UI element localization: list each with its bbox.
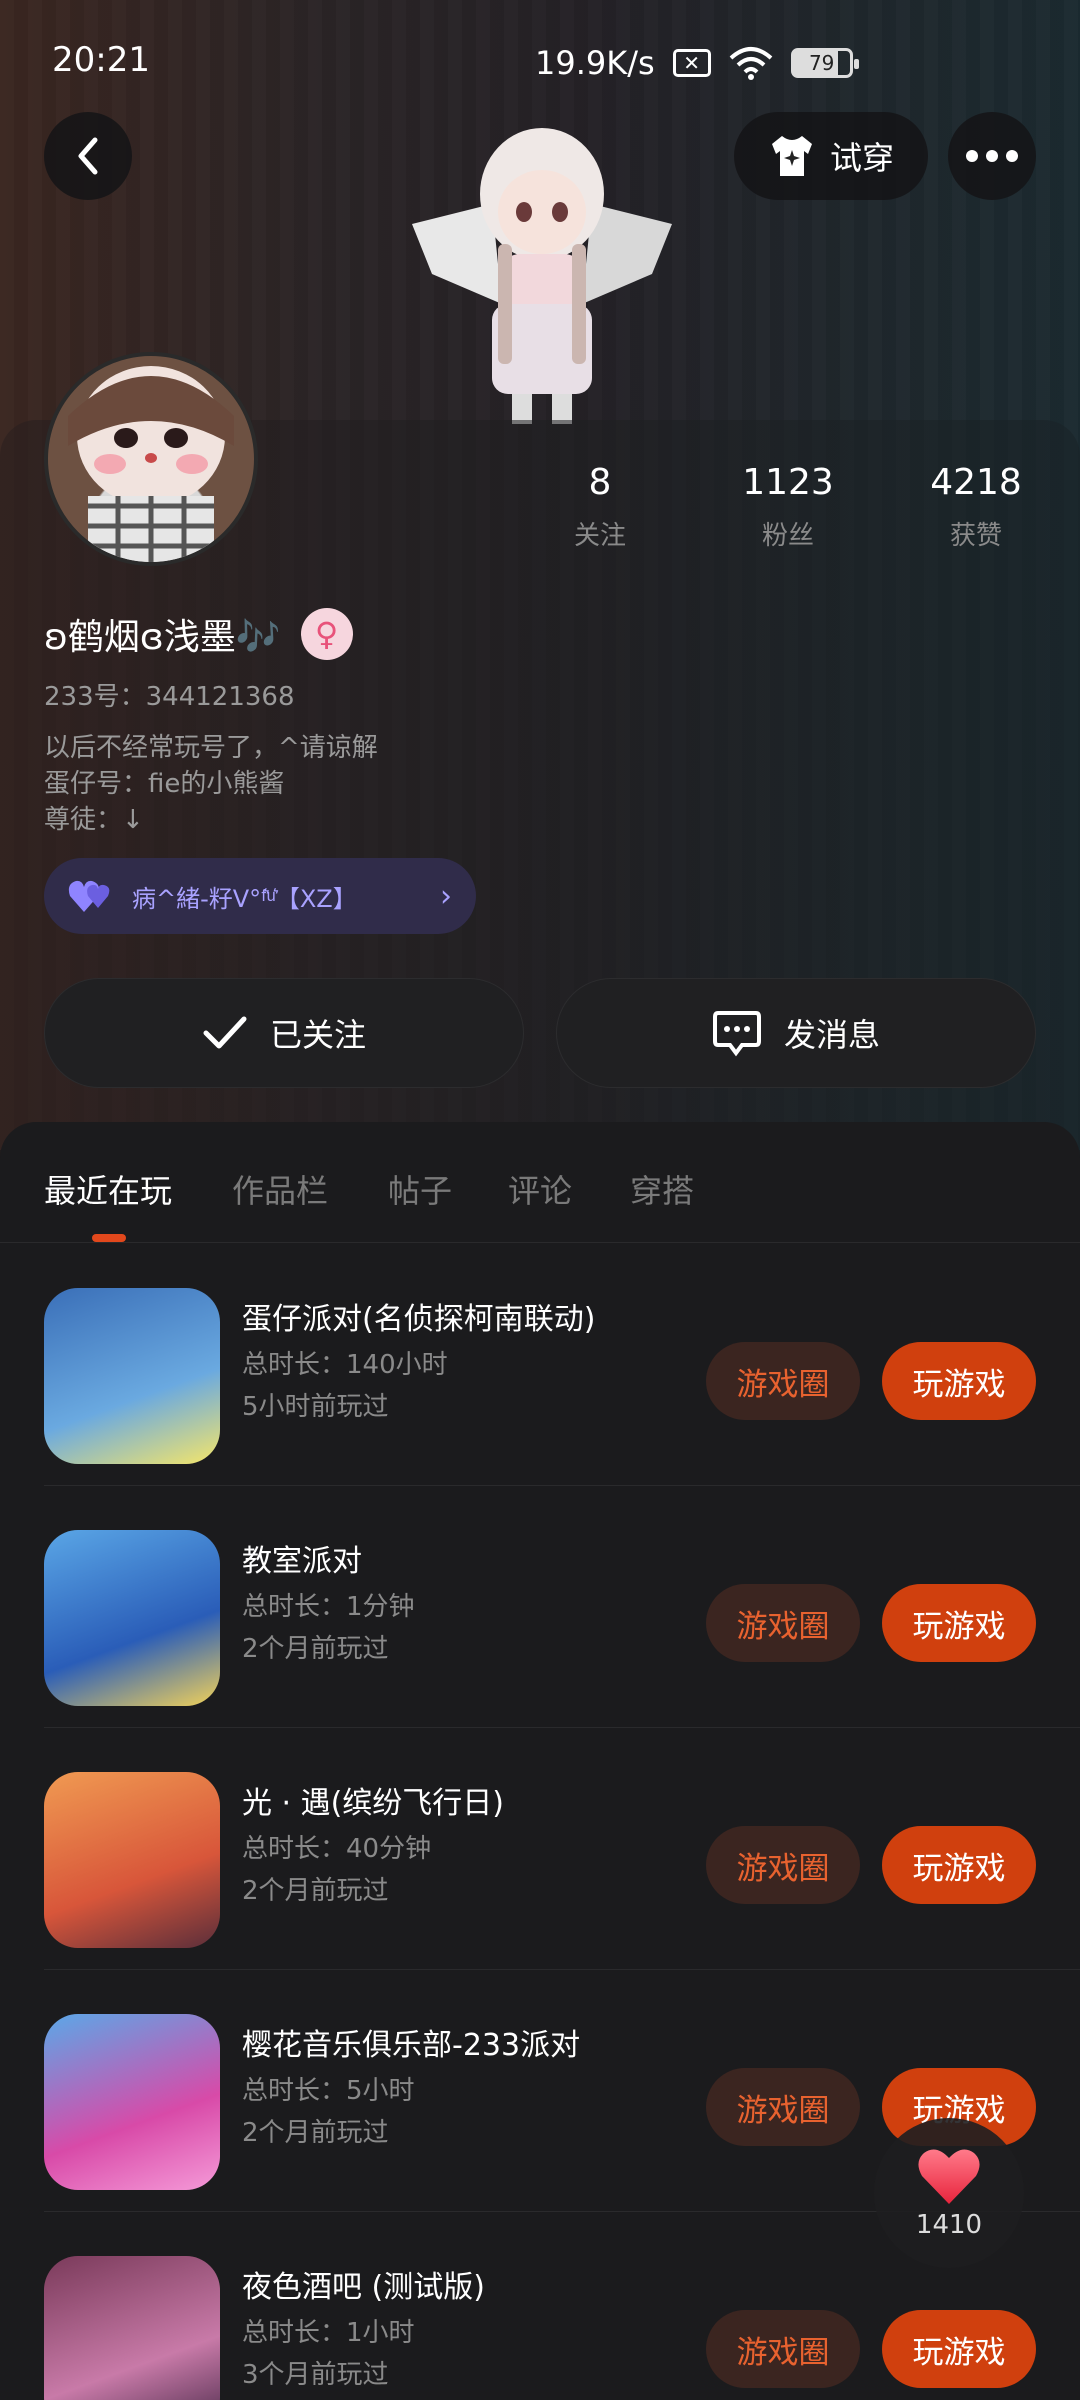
avatar-3d-figure [412,128,672,424]
check-icon [203,1016,247,1049]
follow-label: 已关注 [269,1016,366,1054]
cp-label: 病^緒-籽Ⅴ°ᶠ͛ᵘ͛【XZ】 [132,884,357,913]
game-title: 教室派对 [242,1544,362,1579]
avatar-illustration [68,366,234,562]
game-row[interactable]: 教室派对总时长：1分钟 2个月前玩过 游戏圈 玩游戏 [0,1486,1080,1728]
tab-divider [0,1242,1080,1243]
status-time: 20:21 [52,40,150,80]
back-button[interactable] [44,112,132,200]
play-game-button[interactable]: 玩游戏 [882,2310,1036,2388]
message-button[interactable]: 发消息 [556,978,1036,1088]
battery-level: 79 [808,51,835,75]
game-icon[interactable] [44,1772,220,1948]
tab-posts[interactable]: 帖子 [388,1166,452,1212]
likes-count: 4218 [930,462,1022,503]
game-title: 樱花音乐俱乐部-233派对 [242,2028,581,2063]
game-circle-button[interactable]: 游戏圈 [706,2068,860,2146]
play-game-button[interactable]: 玩游戏 [882,1342,1036,1420]
more-button[interactable] [948,112,1036,200]
sim-off-icon: ✕ [672,49,711,77]
chevron-right-icon: › [440,878,452,914]
following-label: 关注 [573,521,626,551]
chat-bubble-icon [712,1011,761,1057]
stat-following[interactable]: 8 关注 [520,462,680,552]
followers-label: 粉丝 [761,521,814,551]
female-icon: ♀ [300,608,353,660]
game-circle-button[interactable]: 游戏圈 [706,1342,860,1420]
game-title: 蛋仔派对(名侦探柯南联动) [242,1302,596,1337]
bio-line: 蛋仔号：fie的小熊酱 [44,769,285,799]
game-icon[interactable] [44,1530,220,1706]
game-icon[interactable] [44,2256,220,2400]
name-row: ʚ鹤烟ɞ浅墨🎶 ♀ [44,608,353,660]
message-label: 发消息 [783,1016,880,1054]
shirt-icon [771,136,812,176]
like-floating-button[interactable]: 1410 [874,2118,1024,2268]
follow-button[interactable]: 已关注 [44,978,524,1088]
user-name: ʚ鹤烟ɞ浅墨🎶 [44,617,281,658]
game-title: 光 · 遇(缤纷飞行日) [242,1786,505,1821]
like-count: 1410 [915,2210,983,2240]
tab-indicator [92,1234,126,1242]
wifi-icon [729,47,773,80]
stat-followers[interactable]: 1123 粉丝 [708,462,868,552]
try-on-label: 试穿 [829,139,894,177]
tab-recently-played[interactable]: 最近在玩 [44,1166,172,1212]
game-icon[interactable] [44,1288,220,1464]
game-last-played: 3个月前玩过 [242,2360,389,2390]
heart-icon [918,2149,980,2204]
game-circle-button[interactable]: 游戏圈 [706,2310,860,2388]
game-duration: 总时长：1分钟 [242,1592,415,1622]
following-count: 8 [588,462,612,503]
tab-outfits[interactable]: 穿搭 [630,1166,694,1212]
play-game-button[interactable]: 玩游戏 [882,1826,1036,1904]
cp-relationship-pill[interactable]: 病^緒-籽Ⅴ°ᶠ͛ᵘ͛【XZ】 › [44,858,476,934]
game-circle-button[interactable]: 游戏圈 [706,1826,860,1904]
game-duration: 总时长：140小时 [242,1350,448,1380]
game-duration: 总时长：1小时 [242,2318,415,2348]
game-row[interactable]: 蛋仔派对(名侦探柯南联动) 总时长：140小时 5小时前玩过 游戏圈 玩游戏 [0,1244,1080,1486]
network-speed: 19.9K/s [535,44,655,82]
battery-icon: 79 [790,48,859,78]
user-id[interactable]: 233号：344121368 [44,676,295,713]
user-bio: 以后不经常玩号了，^请谅解 蛋仔号：fie的小熊酱 尊徒：↓ [44,730,378,838]
tab-works[interactable]: 作品栏 [232,1166,328,1212]
game-title: 夜色酒吧 (测试版) [242,2270,485,2305]
game-last-played: 5小时前玩过 [242,1392,389,1422]
tab-comments[interactable]: 评论 [508,1166,572,1212]
game-duration: 总时长：5小时 [242,2076,415,2106]
game-last-played: 2个月前玩过 [242,1634,389,1664]
chevron-left-icon [78,137,98,175]
game-last-played: 2个月前玩过 [242,1876,389,1906]
user-avatar[interactable] [44,352,258,566]
game-duration: 总时长：40分钟 [242,1834,432,1864]
play-game-button[interactable]: 玩游戏 [882,1584,1036,1662]
bio-line: 以后不经常玩号了，^请谅解 [44,733,378,763]
likes-label: 获赞 [949,521,1002,551]
status-indicators: 19.9K/s ✕ 79 [535,44,859,82]
followers-count: 1123 [742,462,834,503]
game-row[interactable]: 光 · 遇(缤纷飞行日) 总时长：40分钟 2个月前玩过 游戏圈 玩游戏 [0,1728,1080,1970]
stat-likes[interactable]: 4218 获赞 [896,462,1056,552]
more-dots-icon [966,150,1018,162]
double-heart-icon [68,880,110,912]
profile-tabs: 最近在玩 作品栏 帖子 评论 穿搭 [0,1122,1080,1243]
game-icon[interactable] [44,2014,220,2190]
game-last-played: 2个月前玩过 [242,2118,389,2148]
bio-line: 尊徒：↓ [44,805,144,835]
try-on-button[interactable]: 试穿 [734,112,928,200]
game-circle-button[interactable]: 游戏圈 [706,1584,860,1662]
